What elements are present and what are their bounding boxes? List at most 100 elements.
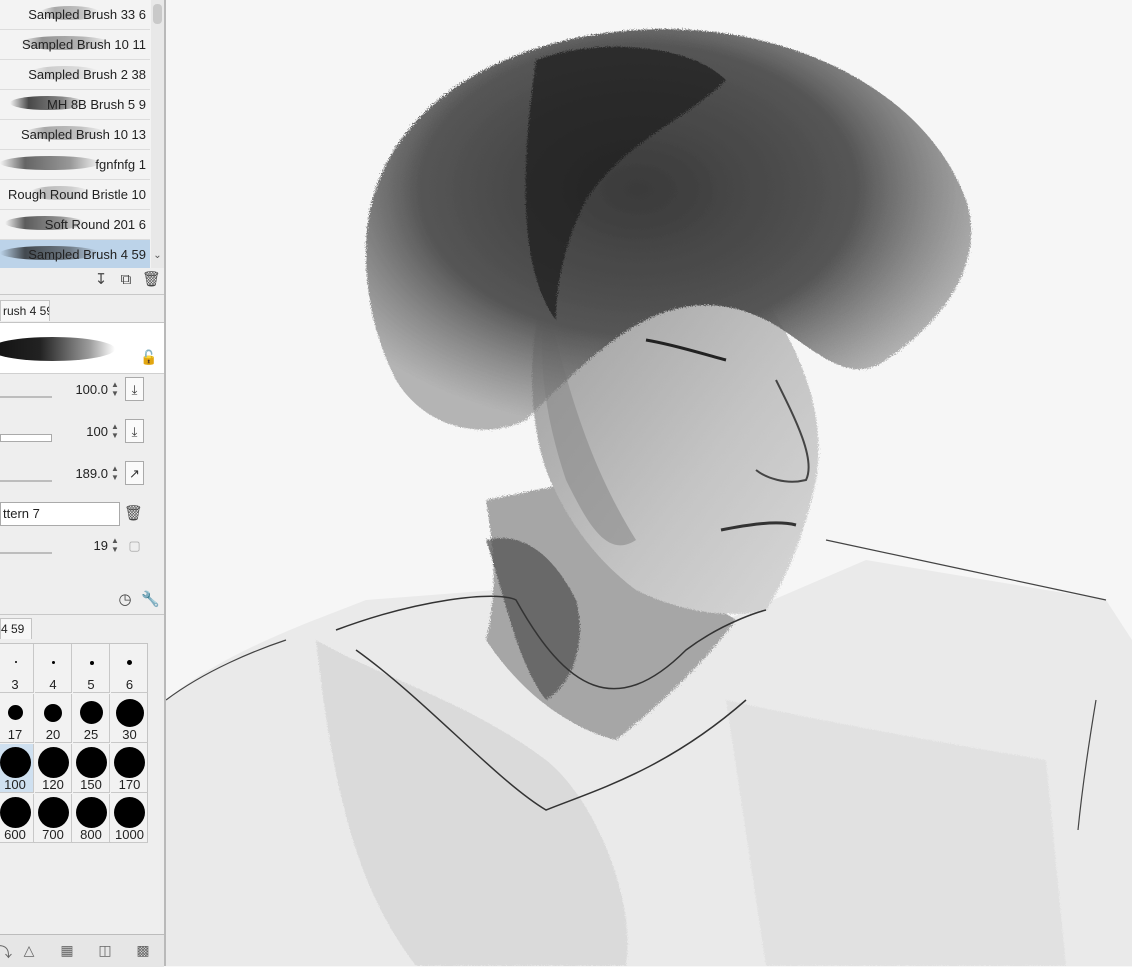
size-cell[interactable]: 3 — [0, 644, 34, 693]
size-label: 800 — [80, 827, 102, 842]
texture-name-field[interactable]: ttern 7 — [0, 502, 120, 526]
size-cell[interactable]: 5 — [73, 644, 110, 693]
chevron-down-icon[interactable]: ⌄ — [151, 250, 164, 264]
size-label: 17 — [7, 727, 23, 742]
size-label: 100 — [4, 777, 26, 792]
opacity-slider[interactable] — [0, 434, 52, 442]
stepper-arrows-icon[interactable]: ▲ ▼ — [110, 536, 120, 556]
size-dot — [44, 704, 62, 722]
sub-tool-list: Sampled Brush 33 6 Sampled Brush 10 11 S… — [0, 0, 164, 270]
opacity-row: 100 ▲ ▼ ⤓ — [0, 414, 164, 454]
size-label: 120 — [42, 777, 64, 792]
unlock-icon[interactable]: 🔓 — [140, 349, 157, 366]
stepper-arrows-icon[interactable]: ▲ ▼ — [110, 422, 120, 442]
brush-icon[interactable]: ⤵ — [0, 942, 16, 960]
layer-icon[interactable]: ◫ — [94, 942, 116, 960]
size-cell[interactable]: 17 — [0, 694, 34, 743]
film-icon[interactable]: ▦ — [56, 942, 78, 960]
texture-density-row: 19 ▲ ▼ ▢ — [0, 528, 164, 568]
brush-item-label: Soft Round 201 6 — [44, 217, 146, 232]
size-label: 6 — [125, 677, 134, 692]
size-dot — [80, 701, 103, 724]
size-cell[interactable]: 20 — [35, 694, 72, 743]
brush-density-value[interactable]: 189.0 — [75, 466, 108, 481]
size-dot — [114, 747, 145, 778]
size-label: 1000 — [115, 827, 144, 842]
size-label: 25 — [83, 727, 99, 742]
opacity-value[interactable]: 100 — [86, 424, 108, 439]
download-icon[interactable]: ⤓ — [125, 419, 144, 443]
brush-item[interactable]: fgnfnfg 1 — [0, 150, 150, 180]
brush-list-scrollbar[interactable]: ⌄ — [151, 0, 164, 270]
duplicate-icon[interactable]: ⧉ — [117, 271, 135, 289]
download-icon[interactable]: ⤓ — [125, 377, 144, 401]
texture-density-value[interactable]: 19 — [94, 538, 108, 553]
wrench-icon[interactable]: 🔧 — [141, 591, 160, 609]
brush-item-label: Sampled Brush 33 6 — [28, 7, 146, 22]
brush-item[interactable]: Sampled Brush 10 11 — [0, 30, 150, 60]
brush-stroke-preview — [0, 156, 100, 170]
brush-size-value[interactable]: 100.0 — [75, 382, 108, 397]
size-label: 150 — [80, 777, 102, 792]
brush-item[interactable]: Sampled Brush 10 13 — [0, 120, 150, 150]
flame-icon[interactable]: △ — [18, 942, 40, 960]
brush-density-slider[interactable] — [0, 480, 52, 482]
pressure-icon[interactable]: ↗ — [125, 461, 144, 485]
stepper-arrows-icon[interactable]: ▲ ▼ — [110, 464, 120, 484]
size-dot — [52, 661, 55, 664]
brush-item[interactable]: Sampled Brush 2 38 — [0, 60, 150, 90]
size-dot — [76, 797, 107, 828]
size-cell[interactable]: 25 — [73, 694, 110, 743]
size-label: 3 — [11, 677, 19, 692]
tool-property-bottom-bar: ◷ 🔧 — [0, 588, 164, 615]
brush-item[interactable]: MH 8B Brush 5 9 — [0, 90, 150, 120]
brush-preview-stroke — [0, 337, 115, 361]
left-panel: Sampled Brush 33 6 Sampled Brush 10 11 S… — [0, 0, 166, 967]
size-cell[interactable]: 170 — [111, 744, 148, 793]
node-icon[interactable]: ▩ — [132, 942, 154, 960]
brush-size-tab[interactable]: 4 59 — [0, 618, 32, 639]
brush-item[interactable]: Sampled Brush 33 6 — [0, 0, 150, 30]
size-cell[interactable]: 1000 — [111, 794, 148, 843]
trash-icon[interactable]: 🗑 — [124, 504, 143, 522]
drawing-canvas[interactable] — [166, 0, 1132, 966]
size-label: 170 — [118, 777, 141, 792]
scrollbar-thumb[interactable] — [153, 4, 162, 24]
size-dot — [0, 747, 31, 778]
size-dot — [76, 747, 107, 778]
size-dot — [38, 797, 69, 828]
size-cell[interactable]: 150 — [73, 744, 110, 793]
brush-item[interactable]: Rough Round Bristle 10 — [0, 180, 150, 210]
brush-size-slider[interactable] — [0, 396, 52, 398]
brush-item[interactable]: Soft Round 201 6 — [0, 210, 150, 240]
size-cell[interactable]: 800 — [73, 794, 110, 843]
stepper-arrows-icon[interactable]: ▲ ▼ — [110, 380, 120, 400]
size-cell[interactable]: 700 — [35, 794, 72, 843]
texture-density-slider[interactable] — [0, 552, 52, 554]
trash-icon[interactable]: 🗑 — [142, 271, 161, 289]
size-dot — [90, 661, 94, 665]
size-cell[interactable]: 4 — [35, 644, 72, 693]
size-dot — [38, 747, 69, 778]
size-label: 700 — [42, 827, 64, 842]
size-cell[interactable]: 6 — [111, 644, 148, 693]
canvas-artwork — [166, 29, 1132, 966]
brush-item-label: Sampled Brush 4 59 — [28, 247, 146, 262]
brush-item-label: fgnfnfg 1 — [95, 157, 146, 172]
brush-item-selected[interactable]: Sampled Brush 4 59 — [0, 240, 150, 270]
size-cell-selected[interactable]: 100 — [0, 744, 34, 793]
tool-property-tab[interactable]: rush 4 59 — [0, 300, 50, 321]
size-dot — [15, 661, 17, 663]
size-dot — [116, 699, 144, 727]
clock-icon[interactable]: ◷ — [116, 591, 134, 609]
link-icon[interactable]: ▢ — [125, 533, 144, 557]
import-icon[interactable]: ↧ — [92, 271, 110, 289]
brush-item-label: Sampled Brush 10 13 — [20, 127, 146, 142]
size-cell[interactable]: 30 — [111, 694, 148, 743]
size-dot — [127, 660, 132, 665]
panel-bottom-bar: ⤵ △ ▦ ◫ ▩ — [0, 934, 164, 967]
size-cell[interactable]: 120 — [35, 744, 72, 793]
brush-size-row: 100.0 ▲ ▼ ⤓ — [0, 372, 164, 412]
brush-size-grid: 3 4 5 6 17 20 25 30 100 120 150 170 600 … — [0, 643, 148, 843]
size-cell[interactable]: 600 — [0, 794, 34, 843]
